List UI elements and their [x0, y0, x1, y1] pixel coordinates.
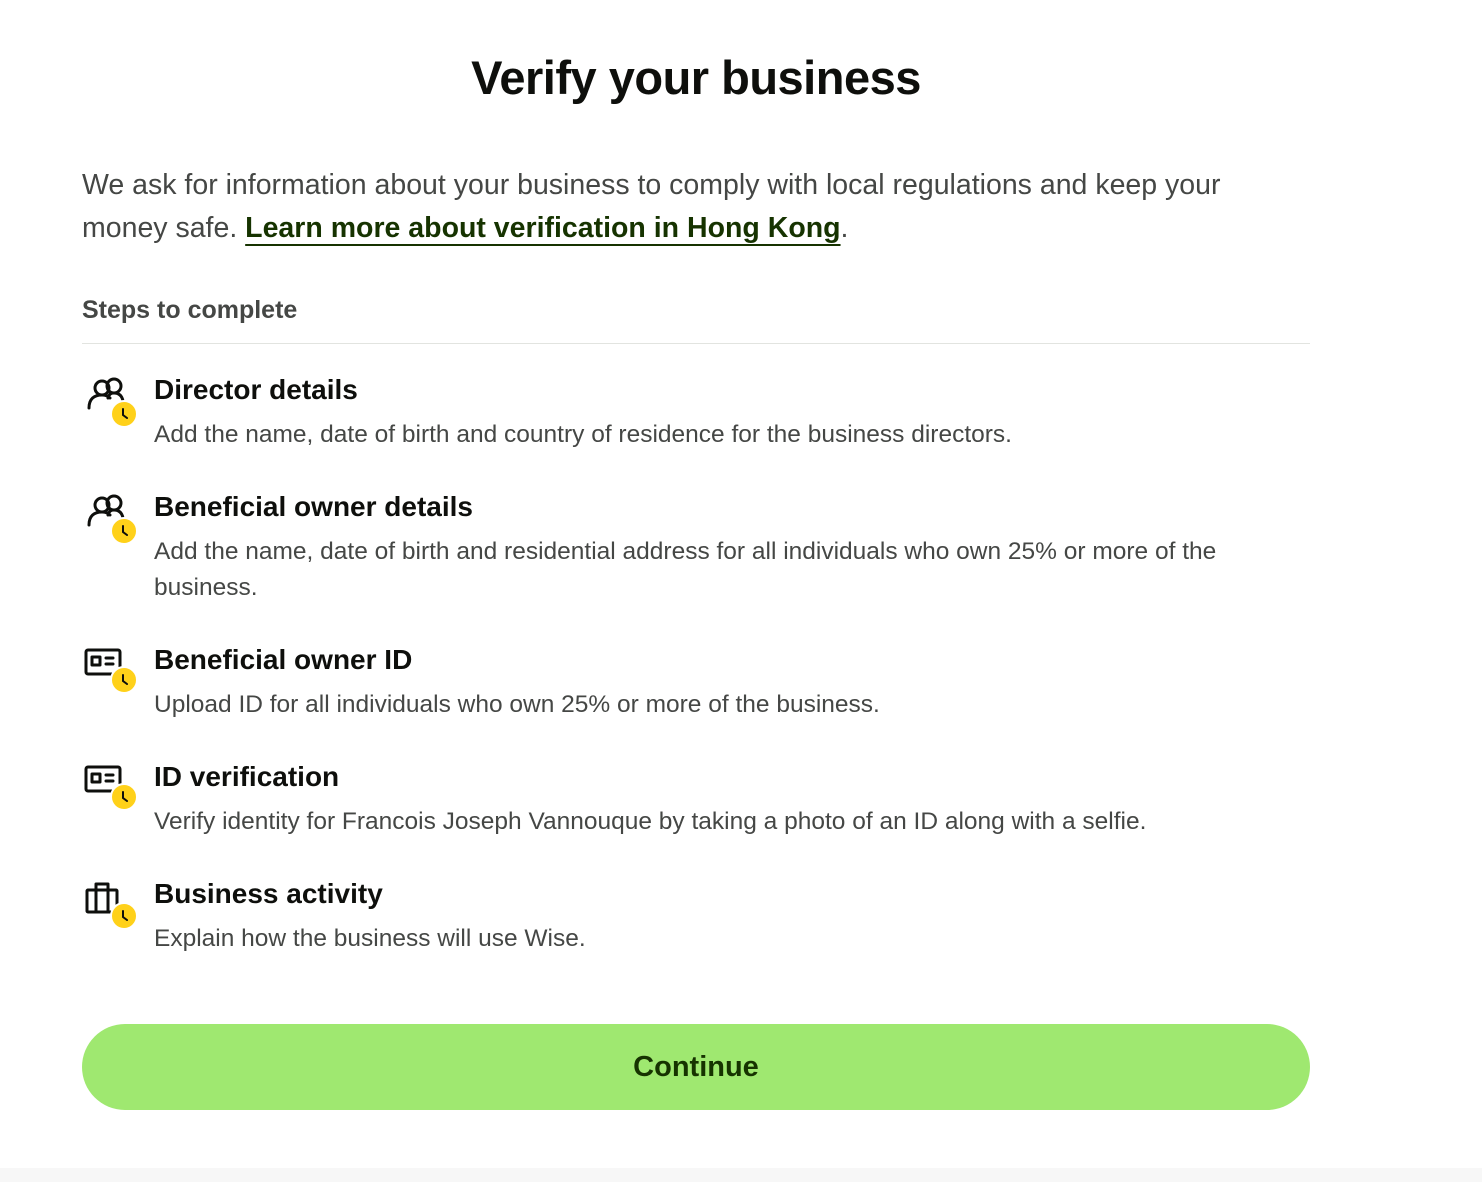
intro-trailing: . [840, 212, 849, 244]
step-description: Upload ID for all individuals who own 25… [154, 691, 880, 718]
id-card-icon [84, 765, 138, 811]
step-business-activity: Business activity Explain how the busine… [82, 874, 1310, 957]
pending-clock-badge [110, 517, 138, 545]
page-title: Verify your business [471, 51, 921, 104]
continue-button[interactable]: Continue [82, 1024, 1310, 1110]
step-title: ID verification [154, 761, 340, 792]
step-description: Explain how the business will use Wise. [154, 925, 586, 952]
step-title: Beneficial owner ID [154, 644, 413, 675]
step-title: Beneficial owner details [154, 491, 473, 522]
pending-clock-badge [110, 666, 138, 694]
people-icon [87, 494, 138, 545]
step-title: Business activity [154, 878, 383, 909]
step-id-verification: ID verification Verify identity for Fran… [82, 757, 1310, 840]
step-description: Add the name, date of birth and country … [154, 421, 1012, 448]
step-beneficial-owner-id: Beneficial owner ID Upload ID for all in… [82, 640, 1310, 723]
briefcase-icon [85, 882, 138, 930]
step-title: Director details [154, 374, 358, 405]
verify-business-page: Verify your business We ask for informat… [0, 0, 1482, 1182]
footer-shade [0, 1168, 1482, 1182]
steps-list: Director details Add the name, date of b… [82, 370, 1310, 991]
step-beneficial-owner-details: Beneficial owner details Add the name, d… [82, 487, 1310, 606]
pending-clock-badge [110, 783, 138, 811]
divider [82, 343, 1310, 344]
pending-clock-badge [110, 400, 138, 428]
step-director-details: Director details Add the name, date of b… [82, 370, 1310, 453]
intro-paragraph: We ask for information about your busine… [82, 164, 1310, 250]
steps-section-label: Steps to complete [82, 296, 298, 324]
step-description: Verify identity for Francois Joseph Vann… [154, 808, 1147, 835]
people-icon [87, 377, 138, 428]
pending-clock-badge [110, 902, 138, 930]
learn-more-link[interactable]: Learn more about verification in Hong Ko… [245, 212, 840, 244]
step-description: Add the name, date of birth and resident… [154, 538, 1217, 601]
id-card-icon [84, 648, 138, 694]
